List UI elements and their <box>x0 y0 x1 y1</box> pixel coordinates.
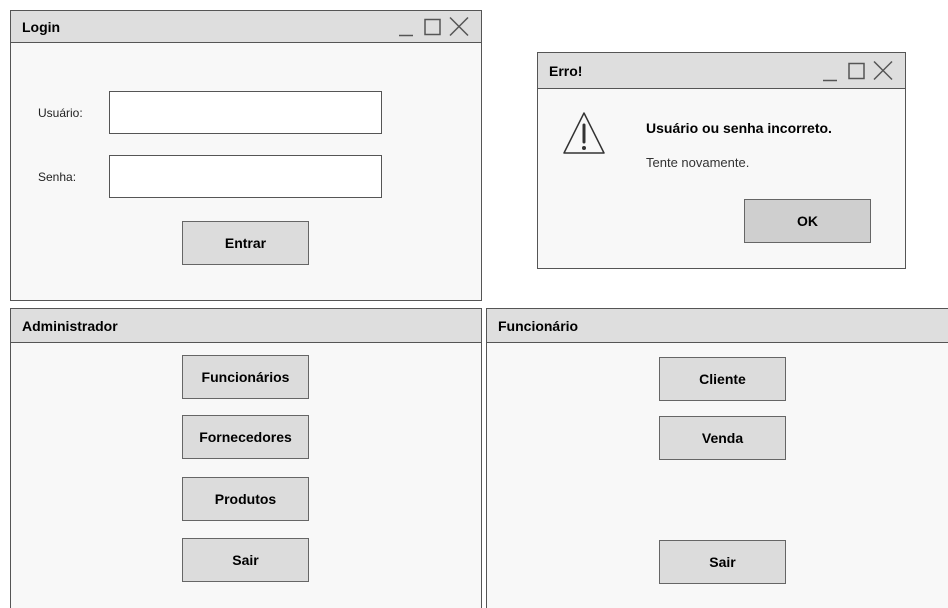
admin-title: Administrador <box>22 318 118 334</box>
close-icon[interactable] <box>871 53 895 88</box>
error-title: Erro! <box>549 63 583 79</box>
maximize-icon[interactable] <box>421 11 445 42</box>
employee-titlebar: Funcionário <box>487 309 948 343</box>
maximize-icon[interactable] <box>845 53 869 88</box>
password-label: Senha: <box>38 170 77 184</box>
password-input[interactable] <box>109 155 382 198</box>
username-input[interactable] <box>109 91 382 134</box>
minimize-icon[interactable] <box>819 53 843 88</box>
login-titlebar: Login <box>11 11 481 43</box>
login-submit-button[interactable]: Entrar <box>182 221 309 265</box>
close-icon[interactable] <box>447 11 471 42</box>
login-title: Login <box>22 19 61 35</box>
error-dialog: Erro! Usuário ou senha incorreto. Tente … <box>537 52 906 269</box>
username-label: Usuário: <box>38 106 83 120</box>
customer-button[interactable]: Cliente <box>659 357 786 401</box>
employee-window: Funcionário Cliente Venda Sair <box>486 308 948 608</box>
error-detail: Tente novamente. <box>646 155 750 170</box>
sale-button[interactable]: Venda <box>659 416 786 460</box>
error-titlebar: Erro! <box>538 53 905 89</box>
products-button[interactable]: Produtos <box>182 477 309 521</box>
suppliers-button[interactable]: Fornecedores <box>182 415 309 459</box>
employees-button[interactable]: Funcionários <box>182 355 309 399</box>
ok-button[interactable]: OK <box>744 199 871 243</box>
employee-title: Funcionário <box>498 318 579 334</box>
minimize-icon[interactable] <box>395 11 419 42</box>
error-message: Usuário ou senha incorreto. <box>646 120 832 136</box>
employee-exit-button[interactable]: Sair <box>659 540 786 584</box>
admin-exit-button[interactable]: Sair <box>182 538 309 582</box>
admin-window: Administrador Funcionários Fornecedores … <box>10 308 482 608</box>
login-window: Login Usuário: Senha: Entrar <box>10 10 482 301</box>
warning-icon <box>563 112 605 154</box>
admin-titlebar: Administrador <box>11 309 481 343</box>
